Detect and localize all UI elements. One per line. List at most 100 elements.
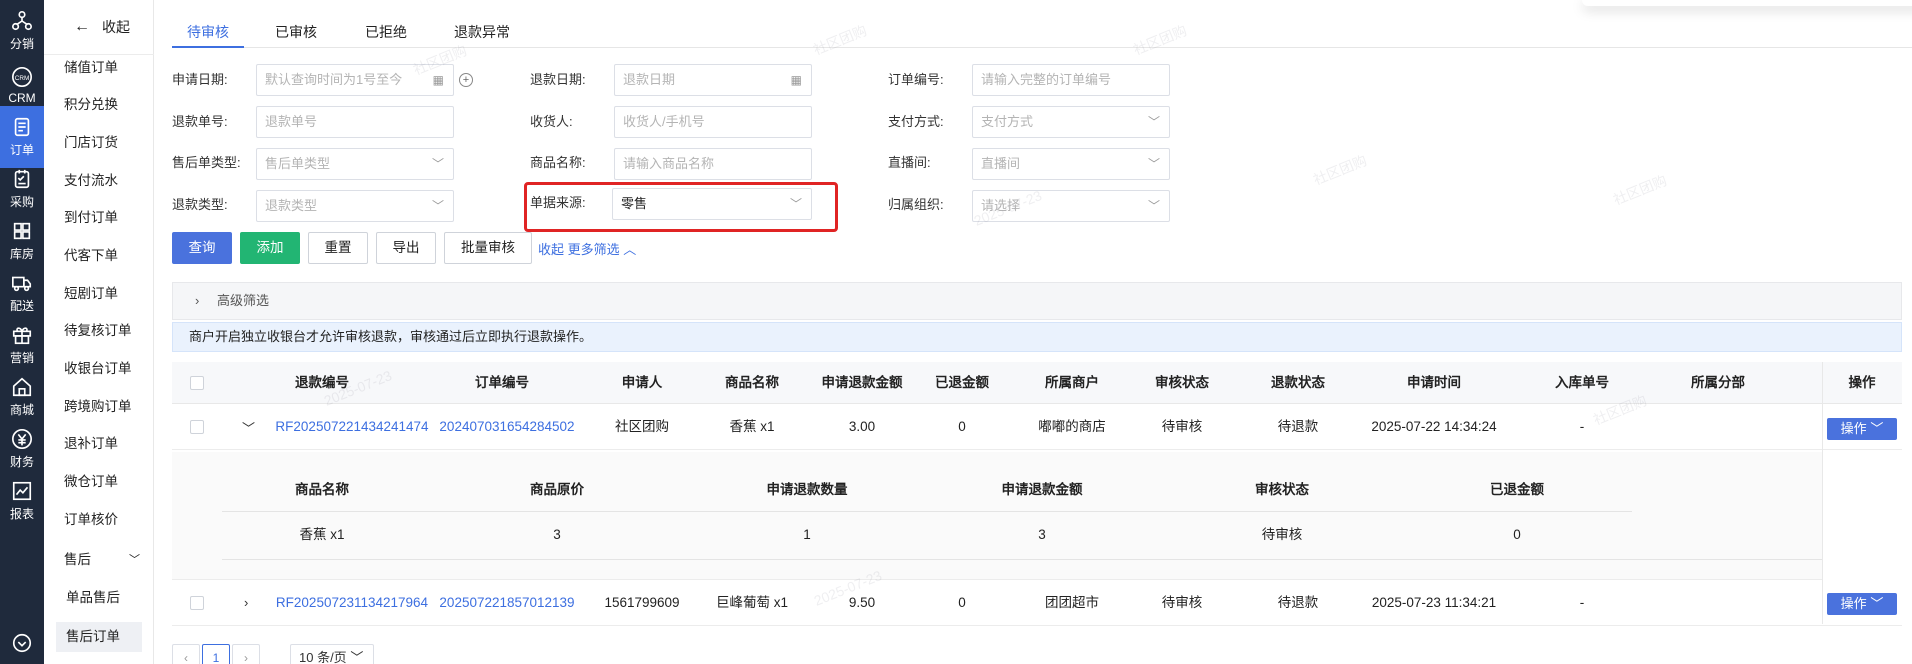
menu-item-payment-flow[interactable]: 支付流水 [64, 166, 150, 196]
receiver-field[interactable]: 收货人/手机号 [614, 106, 812, 138]
menu-item-cashier-order[interactable]: 收银台订单 [64, 354, 150, 384]
sub-amount-cell: 3 [1038, 527, 1046, 542]
order-no-link[interactable]: 202407031654284502 [432, 404, 582, 450]
apply-date-placeholder: 默认查询时间为1号至今 [265, 72, 403, 87]
refunded-cell: 0 [958, 419, 966, 434]
live-room-placeholder: 直播间 [981, 156, 1021, 171]
delivery-icon [12, 276, 32, 292]
refund-no-field[interactable]: 退款单号 [256, 106, 454, 138]
row-checkbox[interactable] [190, 420, 204, 434]
rail-item-more[interactable] [0, 624, 44, 664]
col-branch: 所属分部 [1691, 375, 1745, 390]
page-size-select[interactable]: 10 条/页 ﹀ [290, 644, 374, 664]
chevron-down-icon: ﹀ [789, 197, 802, 211]
pay-method-select[interactable]: 支付方式 ﹀ [972, 106, 1170, 138]
svg-text:CRM: CRM [15, 74, 30, 81]
menu-item-refund-supplement[interactable]: 退补订单 [64, 429, 150, 459]
warehouse-icon [13, 222, 31, 240]
col-refunded: 已退金额 [935, 375, 989, 390]
rail-label: 库房 [9, 247, 34, 261]
tab-pending[interactable]: 待审核 [172, 18, 244, 48]
order-no-placeholder: 请输入完整的订单编号 [981, 72, 1112, 87]
sub-product-cell: 香蕉 x1 [299, 527, 345, 542]
apply-date-field[interactable]: 默认查询时间为1号至今 ▦ [256, 64, 454, 96]
prev-page-button[interactable]: ‹ [172, 644, 200, 664]
chevron-down-icon: ﹀ [431, 199, 444, 213]
collapse-filter-link[interactable]: 收起 更多筛选 ︿ [538, 239, 636, 258]
refund-status-cell: 待退款 [1277, 595, 1319, 610]
menu-item-aftersale[interactable]: 售后 ﹀ [64, 545, 150, 575]
page-size-value: 10 条/页 [299, 650, 347, 664]
finance-icon [12, 429, 32, 449]
product-name-placeholder: 请输入商品名称 [623, 156, 715, 171]
distribution-icon [12, 11, 32, 31]
applicant-cell: 社区团购 [615, 419, 669, 434]
menu-item-crossborder-order[interactable]: 跨境购订单 [64, 392, 150, 422]
menu-item-points[interactable]: 积分兑换 [64, 90, 150, 120]
apply-time-cell: 2025-07-23 11:34:21 [1371, 595, 1497, 610]
org-select[interactable]: 请选择 ﹀ [972, 190, 1170, 222]
select-all-checkbox[interactable] [190, 376, 204, 390]
chevron-down-icon: ﹀ [350, 650, 364, 664]
order-no-field[interactable]: 请输入完整的订单编号 [972, 64, 1170, 96]
table-row: › RF202507231134217964 20250722185701213… [172, 580, 1902, 626]
expand-row-icon[interactable]: › [244, 580, 248, 626]
tab-reviewed[interactable]: 已审核 [260, 18, 332, 48]
reset-button[interactable]: 重置 [308, 232, 368, 264]
add-button[interactable]: 添加 [240, 232, 300, 264]
app-root: 分销 CRM CRM 订单 采购 库房 配送 营销 商城 财务 报表 ← 收起 … [0, 0, 1912, 664]
rail-item-report[interactable]: 报表 [0, 470, 44, 532]
row-checkbox[interactable] [190, 596, 204, 610]
popover-edge [1582, 0, 1912, 6]
refund-date-field[interactable]: 退款日期 ▦ [614, 64, 812, 96]
rail-item-distribution[interactable]: 分销 [0, 0, 44, 62]
menu-item-proxy-order[interactable]: 代客下单 [64, 241, 150, 271]
sub-price-cell: 3 [553, 527, 561, 542]
action-label: 操作 [1840, 596, 1867, 611]
add-circle-icon[interactable]: + [459, 73, 473, 87]
refund-no-link[interactable]: RF202507231134217964 [252, 580, 452, 626]
sub-col-product: 商品名称 [222, 468, 422, 512]
rail-label: 分销 [9, 37, 34, 51]
more-filter-label: 更多筛选 [567, 242, 620, 257]
page-number[interactable]: 1 [202, 644, 230, 664]
query-button[interactable]: 查询 [172, 232, 232, 264]
receiver-label: 收货人: [530, 114, 573, 129]
crm-icon: CRM [12, 66, 32, 87]
chevron-circle-icon [12, 633, 32, 652]
menu-item-aftersale-order[interactable]: 售后订单 [56, 622, 142, 652]
col-order-no: 订单编号 [475, 375, 529, 390]
source-select[interactable]: 零售 ﹀ [612, 188, 812, 220]
collapse-menu-button[interactable]: ← 收起 [74, 16, 130, 38]
aftersale-type-select[interactable]: 售后单类型 ﹀ [256, 148, 454, 180]
chevron-down-icon: ﹀ [1870, 596, 1884, 611]
menu-item-drama-order[interactable]: 短剧订单 [64, 279, 150, 309]
action-dropdown-button[interactable]: 操作 ﹀ [1827, 593, 1897, 615]
menu-item-recheck-order[interactable]: 待复核订单 [64, 316, 150, 346]
order-no-label: 订单编号: [888, 72, 944, 87]
product-name-field[interactable]: 请输入商品名称 [614, 148, 812, 180]
batch-review-button[interactable]: 批量审核 [444, 232, 532, 264]
export-button[interactable]: 导出 [376, 232, 436, 264]
menu-item-micro-warehouse[interactable]: 微仓订单 [64, 467, 150, 497]
action-dropdown-button[interactable]: 操作 ﹀ [1827, 418, 1897, 440]
next-page-button[interactable]: › [232, 644, 260, 664]
rail-label: 报表 [9, 507, 34, 521]
menu-item-single-aftersale[interactable]: 单品售后 [56, 583, 142, 613]
review-status-cell: 待审核 [1161, 595, 1203, 610]
refund-no-link[interactable]: RF202507221434241474 [252, 404, 452, 450]
tab-refund-error[interactable]: 退款异常 [440, 18, 524, 48]
menu-item-stored-value[interactable]: 储值订单 [64, 53, 150, 83]
live-room-select[interactable]: 直播间 ﹀ [972, 148, 1170, 180]
tab-rejected[interactable]: 已拒绝 [350, 18, 422, 48]
menu-item-cod-order[interactable]: 到付订单 [64, 203, 150, 233]
mall-icon [12, 377, 32, 397]
merchant-cell: 嘟嘟的商店 [1038, 419, 1106, 434]
advanced-filter-label: 高级筛选 [217, 293, 270, 308]
org-label: 归属组织: [888, 197, 944, 212]
menu-item-price-check[interactable]: 订单核价 [64, 505, 150, 535]
refund-type-select[interactable]: 退款类型 ﹀ [256, 190, 454, 222]
order-no-link[interactable]: 202507221857012139 [432, 580, 582, 626]
advanced-filter-bar[interactable]: › 高级筛选 [172, 282, 1902, 320]
menu-item-store-order[interactable]: 门店订货 [64, 128, 150, 158]
